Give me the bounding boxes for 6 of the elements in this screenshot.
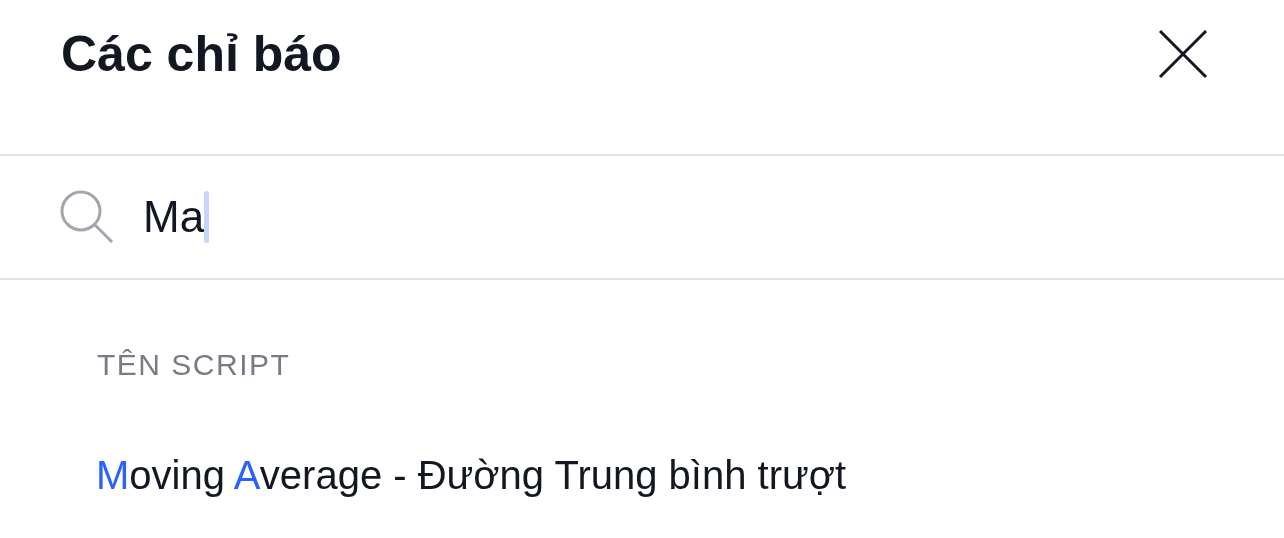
result-item[interactable]: Moving Average - Đường Trung bình trượt [96,455,847,495]
search-icon [59,189,115,245]
search-field[interactable]: Ma [0,156,1284,280]
close-button[interactable] [1158,29,1208,79]
section-label: TÊN SCRIPT [97,350,291,380]
dialog-title: Các chỉ báo [61,29,342,79]
